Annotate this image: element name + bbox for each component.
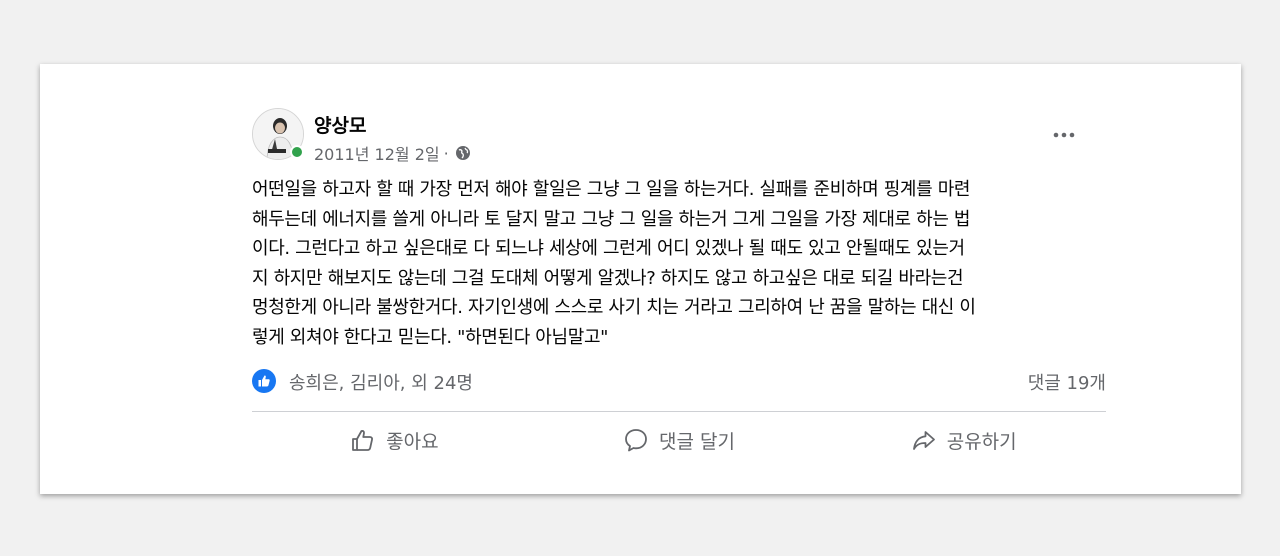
post-header: 양상모 2011년 12월 2일 · — [236, 108, 1094, 164]
more-icon — [1053, 132, 1075, 138]
author-name[interactable]: 양상모 — [314, 111, 366, 138]
facebook-post: 양상모 2011년 12월 2일 · 어떤일을 하고자 할 때 가장 먼저 해야… — [236, 100, 1106, 456]
reactors-text[interactable]: 송희은, 김리아, 외 24명 — [289, 369, 473, 395]
thumbs-up-icon — [352, 430, 374, 451]
screenshot-frame: 양상모 2011년 12월 2일 · 어떤일을 하고자 할 때 가장 먼저 해야… — [40, 64, 1241, 494]
like-reaction-icon — [252, 369, 276, 393]
meta-separator: · — [443, 143, 449, 163]
comment-button-label: 댓글 달기 — [659, 430, 735, 453]
post-date[interactable]: 2011년 12월 2일 — [314, 141, 440, 165]
post-stats: 송희은, 김리아, 외 24명 댓글 19개 — [252, 366, 1106, 396]
post-body: 어떤일을 하고자 할 때 가장 먼저 해야 할일은 그냥 그 일을 하는거다. … — [252, 179, 976, 348]
like-button-label: 좋아요 — [386, 430, 439, 453]
more-options-button[interactable] — [1046, 122, 1082, 148]
post-meta: 2011년 12월 2일 · — [314, 141, 471, 165]
share-icon — [912, 431, 935, 450]
like-button[interactable]: 좋아요 — [252, 418, 537, 462]
comment-icon — [625, 429, 647, 452]
stats-divider — [252, 411, 1106, 412]
share-button-label: 공유하기 — [946, 430, 1017, 453]
share-button[interactable]: 공유하기 — [821, 418, 1106, 462]
online-status-dot — [290, 145, 304, 159]
comment-count[interactable]: 댓글 19개 — [1028, 369, 1106, 395]
comment-button[interactable]: 댓글 달기 — [537, 418, 822, 462]
globe-icon — [455, 145, 471, 161]
avatar[interactable] — [252, 108, 304, 160]
post-actions: 좋아요 댓글 달기 공유하기 — [252, 418, 1106, 462]
